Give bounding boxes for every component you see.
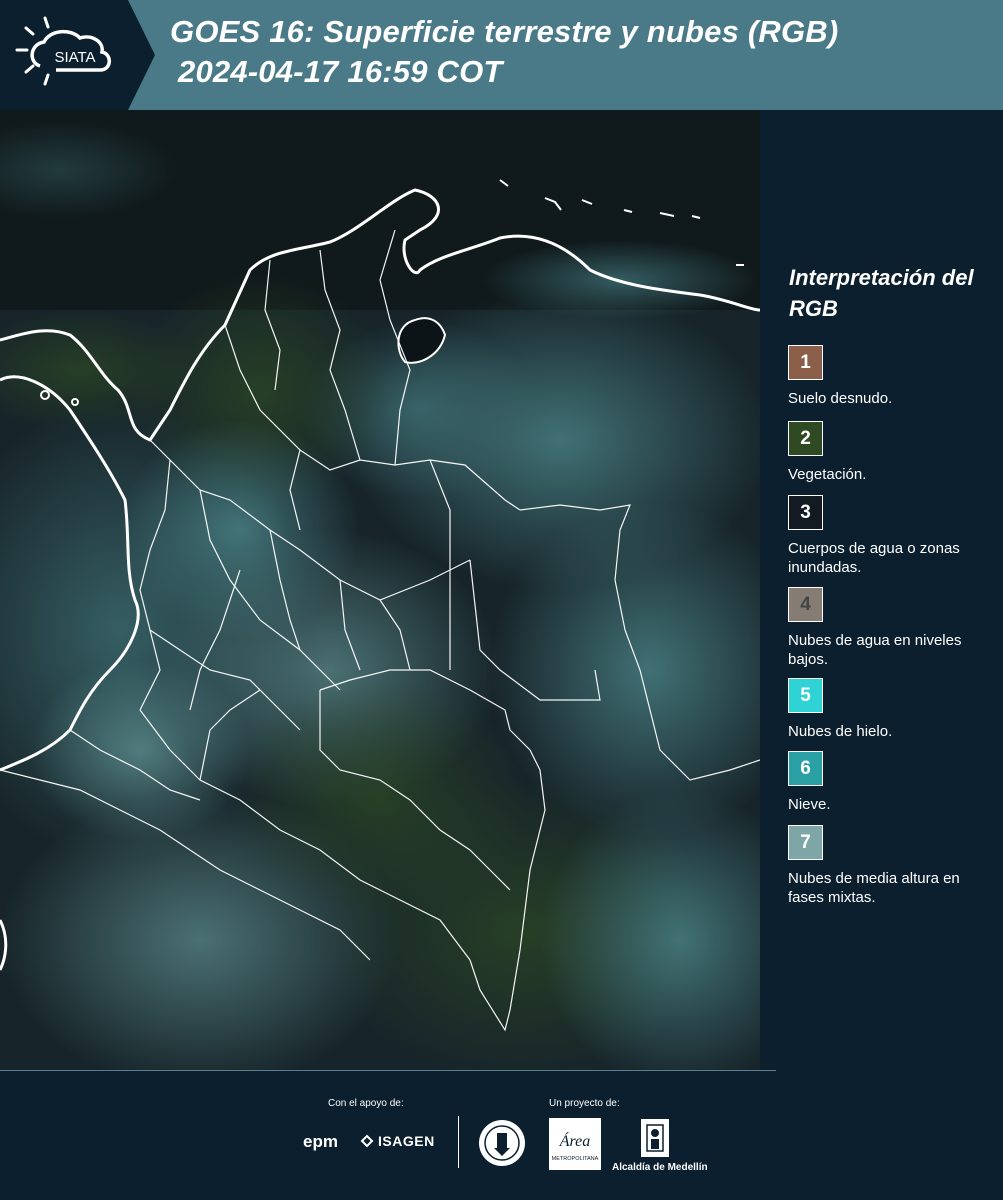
area-metropolitana-logo: Área METROPOLITANA	[549, 1118, 601, 1175]
header-bar: SIATA GOES 16: Superficie terrestre y nu…	[0, 0, 1003, 110]
legend-panel: Interpretación del RGB 1 Suelo desnudo. …	[760, 110, 1003, 1070]
legend-item-mid-level-clouds: 7 Nubes de media altura en fases mixtas.	[788, 825, 988, 907]
alcaldia-logo	[612, 1117, 700, 1166]
legend-swatch: 3	[788, 495, 823, 530]
legend-label: Vegetación.	[788, 466, 867, 483]
legend-item-low-water-clouds: 4 Nubes de agua en niveles bajos.	[788, 587, 988, 669]
isagen-logo: ISAGEN	[360, 1133, 435, 1149]
legend-swatch: 7	[788, 825, 823, 860]
area-logo-text: Área	[559, 1131, 591, 1150]
isagen-logo-text: ISAGEN	[378, 1133, 435, 1149]
legend-label: Cuerpos de agua o zonas inundadas.	[788, 540, 960, 576]
legend-item-ice-clouds: 5 Nubes de hielo.	[788, 678, 988, 741]
legend-label: Nubes de agua en niveles bajos.	[788, 632, 962, 668]
footer-divider-line	[0, 1070, 776, 1071]
project-caption: Un proyecto de:	[549, 1098, 620, 1109]
legend-item-vegetation: 2 Vegetación.	[788, 421, 988, 484]
siata-logo-text: SIATA	[54, 49, 95, 66]
legend-swatch: 1	[788, 345, 823, 380]
epm-logo: epm	[303, 1132, 338, 1151]
legend-item-water: 3 Cuerpos de agua o zonas inundadas.	[788, 495, 988, 577]
footer-separator	[458, 1116, 459, 1168]
alcaldia-label: Alcaldía de Medellín	[612, 1162, 708, 1173]
isagen-icon	[360, 1134, 374, 1148]
legend-item-bare-soil: 1 Suelo desnudo.	[788, 345, 988, 408]
legend-item-snow: 6 Nieve.	[788, 751, 988, 814]
footer: Con el apoyo de: Un proyecto de: epm ISA…	[0, 1070, 1003, 1200]
timestamp: 2024-04-17 16:59 COT	[178, 54, 503, 89]
satellite-image	[0, 110, 760, 1070]
legend-label: Nubes de media altura en fases mixtas.	[788, 870, 960, 906]
support-caption: Con el apoyo de:	[328, 1098, 404, 1109]
satellite-map[interactable]	[0, 110, 760, 1070]
legend-label: Suelo desnudo.	[788, 390, 893, 407]
legend-title: Interpretación del RGB	[789, 265, 974, 321]
legend-swatch: 2	[788, 421, 823, 456]
seal-logo	[477, 1118, 527, 1173]
page-title: GOES 16: Superficie terrestre y nubes (R…	[170, 14, 839, 49]
legend-swatch: 5	[788, 678, 823, 713]
area-logo-subtitle: METROPOLITANA	[552, 1156, 599, 1162]
legend-swatch: 6	[788, 751, 823, 786]
legend-label: Nieve.	[788, 796, 831, 813]
legend-swatch: 4	[788, 587, 823, 622]
legend-label: Nubes de hielo.	[788, 723, 893, 740]
siata-logo: SIATA	[0, 0, 160, 110]
